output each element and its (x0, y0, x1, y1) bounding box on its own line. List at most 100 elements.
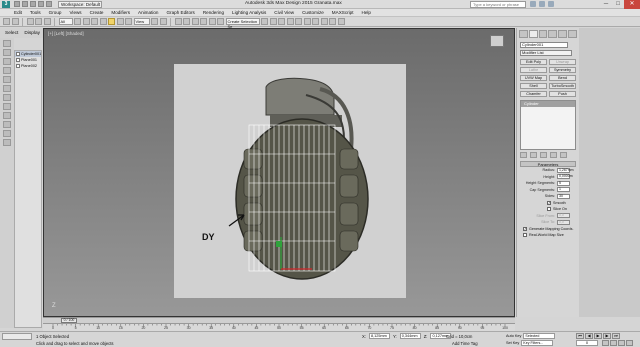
curve-editor-icon[interactable] (295, 18, 302, 25)
reference-coordinate-dropdown[interactable]: View (133, 18, 150, 25)
menu-create[interactable]: Create (90, 10, 104, 15)
real-world-map-checkbox[interactable] (523, 233, 527, 238)
goto-end-icon[interactable]: ⏭ (612, 333, 620, 339)
configure-sets-icon[interactable] (560, 152, 567, 158)
render-setup-icon[interactable] (320, 18, 328, 25)
schematic-view-icon[interactable] (303, 18, 311, 25)
turbosmooth-button[interactable]: TurboSmooth (549, 83, 576, 89)
maximize-button[interactable]: □ (612, 0, 624, 9)
menu-group[interactable]: Group (49, 10, 62, 15)
menu-tools[interactable]: Tools (30, 10, 41, 15)
filter-hidden-icon[interactable] (3, 139, 11, 146)
create-tab-icon[interactable] (519, 30, 528, 38)
menu-customize[interactable]: Customize (302, 10, 324, 15)
symmetry-button[interactable]: Symmetry (549, 67, 576, 73)
align-icon[interactable] (269, 18, 277, 25)
sign-in-icon[interactable] (530, 1, 536, 7)
filter-bones-icon[interactable] (3, 112, 11, 119)
zoom-icon[interactable] (602, 340, 609, 346)
angle-snap-icon[interactable] (191, 18, 199, 25)
workspace-dropdown[interactable]: Workspace: Default (58, 0, 102, 8)
link-icon[interactable] (26, 18, 34, 25)
help-icon[interactable] (548, 1, 554, 7)
layer-explorer-icon[interactable] (278, 18, 285, 25)
material-editor-icon[interactable] (312, 18, 319, 25)
sides-spinner[interactable]: 30 (557, 193, 570, 199)
save-icon[interactable] (30, 1, 36, 7)
undo-tool-icon[interactable] (3, 18, 10, 25)
select-object-icon[interactable] (74, 18, 81, 25)
maximize-viewport-icon[interactable] (626, 340, 633, 346)
next-frame-icon[interactable]: ▶ (603, 333, 611, 339)
chamfer-button[interactable]: Chamfer (520, 91, 547, 97)
snaps-toggle-icon[interactable] (183, 18, 190, 25)
menu-modifiers[interactable]: Modifiers (111, 10, 130, 15)
command-panel-scroll-area[interactable] (579, 28, 640, 317)
hierarchy-tab-icon[interactable] (538, 30, 548, 38)
new-file-icon[interactable] (14, 1, 20, 7)
rectangular-selection-icon[interactable] (91, 18, 98, 25)
pivot-center-icon[interactable] (151, 18, 158, 25)
stack-item-cylinder[interactable]: Cylinder (521, 101, 575, 107)
filter-containers-icon[interactable] (3, 121, 11, 128)
keyboard-shortcut-icon[interactable] (174, 18, 182, 25)
menu-rendering[interactable]: Rendering (203, 10, 224, 15)
bend-button[interactable]: Bend (549, 75, 576, 81)
display-tab-icon[interactable] (558, 30, 568, 38)
edit-named-selection-icon[interactable] (217, 18, 224, 25)
maxscript-listener[interactable] (2, 333, 32, 340)
set-key-button[interactable]: Set Key (506, 341, 519, 345)
select-and-move-icon[interactable] (108, 18, 115, 25)
app-logo-icon[interactable]: 3 (0, 0, 12, 9)
orbit-icon[interactable] (618, 340, 625, 346)
slice-to-spinner[interactable]: 0,0 (557, 219, 570, 225)
modify-tab-icon[interactable] (528, 30, 538, 38)
select-and-rotate-icon[interactable] (116, 18, 124, 25)
play-icon[interactable]: ▶ (594, 333, 602, 339)
menu-help[interactable]: Help (362, 10, 371, 15)
tab-display[interactable]: Display (24, 31, 40, 36)
list-item[interactable]: Plane002 (15, 63, 41, 69)
prev-frame-icon[interactable]: ◀ (585, 333, 593, 339)
select-and-scale-icon[interactable] (125, 18, 132, 25)
redo-icon[interactable] (46, 1, 52, 7)
visibility-checkbox[interactable] (16, 58, 20, 62)
auto-key-button[interactable]: Auto Key (506, 334, 521, 338)
push-button[interactable]: Push (549, 91, 576, 97)
menu-animation[interactable]: Animation (138, 10, 158, 15)
smooth-checkbox[interactable]: ✓ (547, 200, 551, 205)
render-production-icon[interactable] (337, 18, 345, 25)
close-button[interactable]: ✕ (624, 0, 640, 9)
lathe-button[interactable]: Lathe (520, 67, 547, 73)
goto-start-icon[interactable]: ⏮ (576, 333, 584, 339)
key-selection-dropdown[interactable]: Selected (523, 333, 556, 339)
modifier-list-dropdown[interactable]: Modifier List (520, 50, 572, 56)
minimize-button[interactable]: ─ (600, 0, 612, 9)
pin-stack-icon[interactable] (520, 152, 527, 158)
filter-helpers-icon[interactable] (3, 76, 11, 83)
open-file-icon[interactable] (22, 1, 28, 7)
visibility-checkbox[interactable] (16, 64, 20, 68)
add-time-tag-button[interactable]: Add Time Tag (452, 341, 478, 346)
tab-select[interactable]: Select (5, 31, 18, 36)
slice-from-spinner[interactable]: 0,0 (557, 213, 570, 219)
menu-views[interactable]: Views (69, 10, 81, 15)
menu-maxscript[interactable]: MAXScript (332, 10, 354, 15)
window-crossing-icon[interactable] (99, 18, 107, 25)
bind-space-warp-icon[interactable] (43, 18, 51, 25)
filter-spacewarps-icon[interactable] (3, 85, 11, 92)
menu-graph-editors[interactable]: Graph Editors (166, 10, 194, 15)
filter-groups-icon[interactable] (3, 94, 11, 101)
search-input[interactable]: Type a keyword or phrase (470, 1, 526, 8)
slice-on-checkbox[interactable] (547, 207, 551, 212)
filter-cameras-icon[interactable] (3, 67, 11, 74)
graphite-ribbon-icon[interactable] (286, 18, 294, 25)
make-unique-icon[interactable] (540, 152, 547, 158)
motion-tab-icon[interactable] (548, 30, 558, 38)
filter-lights-icon[interactable] (3, 58, 11, 65)
edit-poly-button[interactable]: Edit Poly (520, 59, 547, 65)
unlink-icon[interactable] (35, 18, 42, 25)
redo-tool-icon[interactable] (11, 18, 19, 25)
unwrap-button[interactable]: Unwrap (549, 59, 576, 65)
visibility-checkbox[interactable] (16, 52, 20, 56)
